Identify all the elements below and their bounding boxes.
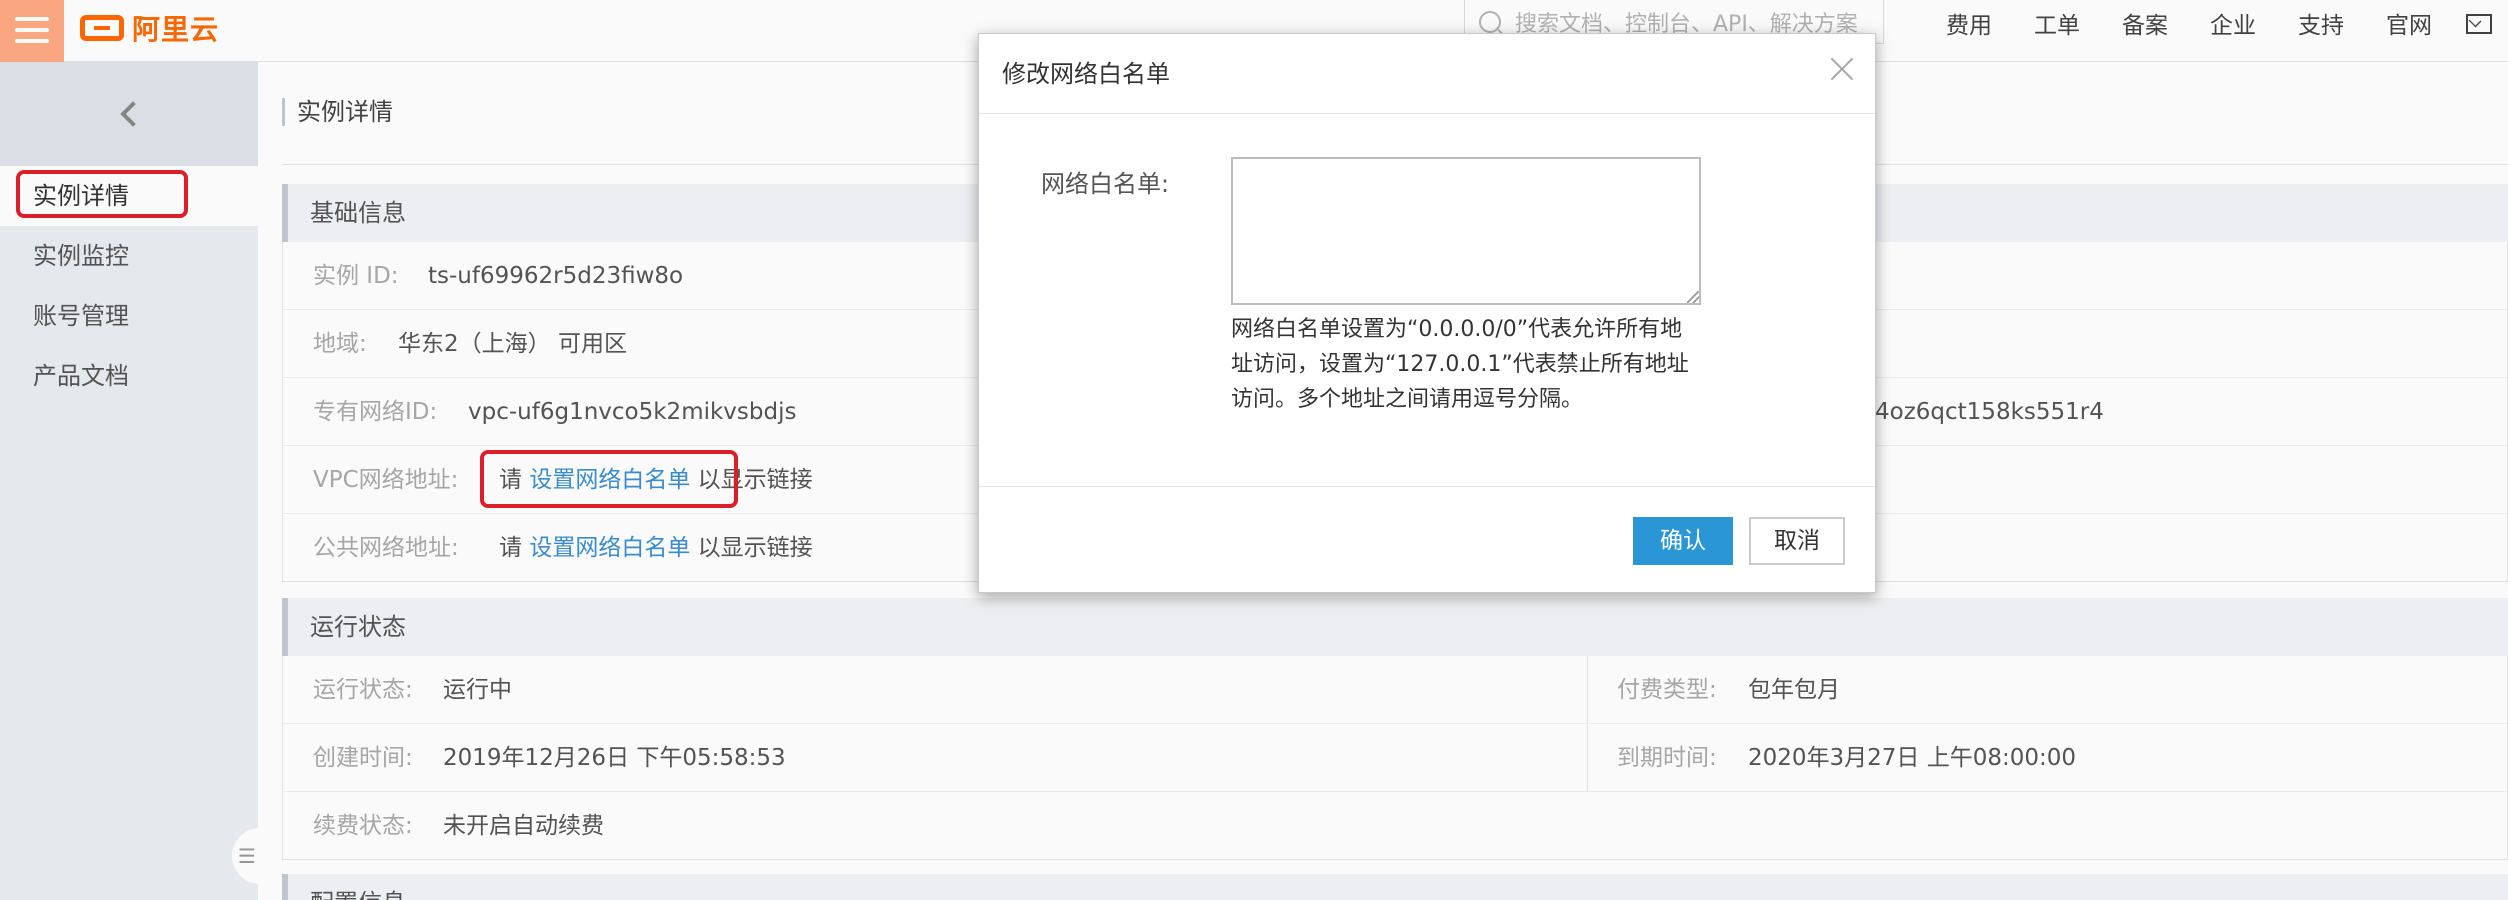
whitelist-textarea[interactable]: [1231, 157, 1701, 305]
whitelist-label: 网络白名单:: [1041, 170, 1170, 198]
cancel-button[interactable]: 取消: [1749, 517, 1845, 565]
whitelist-hint: 网络白名单设置为“0.0.0.0/0”代表允许所有地址访问，设置为“127.0.…: [1231, 317, 1689, 412]
close-icon[interactable]: [1829, 56, 1855, 82]
dialog-title: 修改网络白名单: [979, 34, 1875, 114]
divider: [979, 486, 1875, 487]
confirm-button[interactable]: 确认: [1633, 517, 1733, 565]
resize-handle-icon[interactable]: [1687, 291, 1699, 303]
whitelist-dialog: 修改网络白名单 网络白名单: 网络白名单设置为“0.0.0.0/0”代表允许所有…: [978, 33, 1876, 593]
